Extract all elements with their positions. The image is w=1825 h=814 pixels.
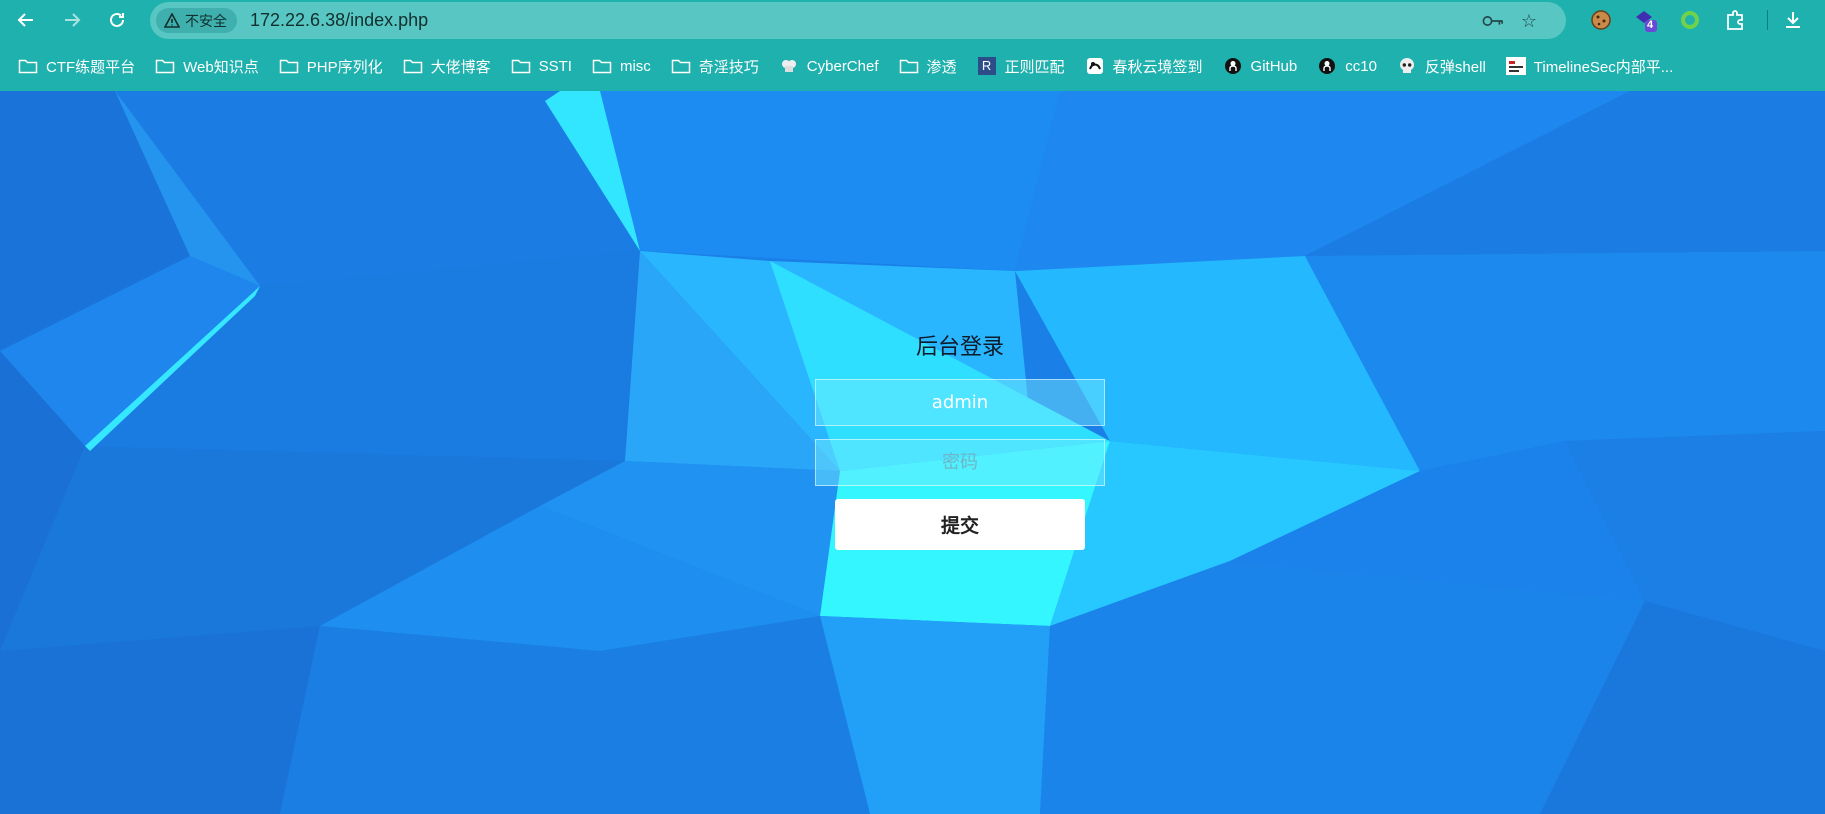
bookmark-label: 春秋云境签到 bbox=[1112, 58, 1203, 76]
bookmark-label: SSTI bbox=[538, 57, 572, 75]
bookmark-item[interactable]: 大佬博客 bbox=[401, 51, 501, 81]
toolbar-divider bbox=[1767, 10, 1768, 30]
bookmark-item[interactable]: CyberChef bbox=[777, 51, 889, 81]
browser-toolbar: 不安全 172.22.6.38/index.php ☆ 4 bbox=[0, 0, 1825, 41]
address-bar[interactable]: 不安全 172.22.6.38/index.php ☆ bbox=[150, 2, 1566, 39]
bookmark-item[interactable]: CTF练题平台 bbox=[16, 51, 145, 81]
extension-badge-count: 4 bbox=[1647, 19, 1654, 31]
bookmark-item[interactable]: SSTI bbox=[509, 51, 582, 81]
bookmark-label: 渗透 bbox=[926, 58, 957, 76]
bookmark-item[interactable]: cc10 bbox=[1315, 51, 1387, 81]
username-input[interactable] bbox=[815, 379, 1105, 426]
bookmark-label: CyberChef bbox=[806, 57, 879, 75]
cloud-icon bbox=[1085, 57, 1105, 75]
github-icon bbox=[1317, 57, 1337, 75]
bookmark-item[interactable]: 反弹shell bbox=[1395, 51, 1496, 81]
bookmark-item[interactable]: Web知识点 bbox=[153, 51, 269, 81]
bookmark-label: cc10 bbox=[1345, 57, 1377, 75]
folder-icon bbox=[155, 57, 175, 75]
bookmark-label: CTF练题平台 bbox=[46, 58, 136, 76]
bookmark-label: 正则匹配 bbox=[1004, 58, 1065, 76]
bookmark-list: CTF练题平台 Web知识点 PHP序列化 大佬博客 SSTI misc 奇淫技巧 Cyber… bbox=[16, 41, 1691, 91]
arrow-left-icon bbox=[17, 13, 33, 27]
bookmark-item[interactable]: 奇淫技巧 bbox=[669, 51, 769, 81]
login-page: 后台登录 提交 bbox=[0, 91, 1825, 814]
folder-icon bbox=[403, 57, 423, 75]
reload-icon bbox=[110, 12, 124, 27]
bookmark-label: GitHub bbox=[1250, 57, 1298, 75]
bookmark-item[interactable]: 春秋云境签到 bbox=[1083, 51, 1213, 81]
bookmark-item[interactable]: misc bbox=[590, 51, 661, 81]
forward-button[interactable] bbox=[58, 6, 86, 34]
bookmark-item[interactable]: TimelineSec内部平... bbox=[1504, 51, 1683, 81]
folder-icon bbox=[899, 57, 919, 75]
bookmark-item[interactable]: PHP序列化 bbox=[277, 51, 393, 81]
bookmark-item[interactable]: 渗透 bbox=[897, 51, 967, 81]
folder-icon bbox=[511, 57, 531, 75]
password-input[interactable] bbox=[815, 439, 1105, 486]
bookmarks-bar: CTF练题平台 Web知识点 PHP序列化 大佬博客 SSTI misc 奇淫技巧 Cyber… bbox=[0, 41, 1825, 91]
cookie-icon[interactable] bbox=[1588, 7, 1614, 33]
reload-button[interactable] bbox=[103, 6, 131, 34]
login-title: 后台登录 bbox=[915, 335, 1004, 360]
extension-badge-icon[interactable]: 4 bbox=[1633, 7, 1659, 33]
star-icon[interactable]: ☆ bbox=[1518, 11, 1540, 31]
login-form: 后台登录 提交 bbox=[815, 329, 1105, 550]
bookmark-label: 反弹shell bbox=[1424, 58, 1486, 76]
folder-icon bbox=[671, 57, 691, 75]
bookmark-label: 奇淫技巧 bbox=[698, 58, 759, 76]
security-indicator[interactable]: 不安全 bbox=[156, 8, 237, 33]
key-icon[interactable] bbox=[1482, 11, 1504, 31]
folder-icon bbox=[18, 57, 38, 75]
folder-icon bbox=[279, 57, 299, 75]
skull-icon bbox=[1397, 57, 1417, 75]
download-icon[interactable] bbox=[1780, 7, 1806, 33]
back-button[interactable] bbox=[12, 6, 40, 34]
extensions-puzzle-icon[interactable] bbox=[1722, 7, 1748, 33]
timeline-icon bbox=[1505, 57, 1526, 75]
folder-icon bbox=[592, 57, 612, 75]
bookmark-label: PHP序列化 bbox=[306, 58, 383, 76]
url-text[interactable]: 172.22.6.38/index.php bbox=[250, 2, 428, 39]
arrow-right-icon bbox=[65, 13, 81, 27]
chef-icon bbox=[779, 57, 799, 75]
bookmark-label: Web知识点 bbox=[183, 58, 259, 76]
github-icon bbox=[1223, 57, 1243, 75]
security-label: 不安全 bbox=[185, 12, 227, 29]
r-icon: R bbox=[977, 57, 997, 75]
bookmark-label: 大佬博客 bbox=[430, 58, 491, 76]
bookmark-item[interactable]: GitHub bbox=[1221, 51, 1308, 81]
ring-extension-icon[interactable] bbox=[1677, 7, 1703, 33]
submit-button[interactable]: 提交 bbox=[835, 499, 1085, 550]
warning-icon bbox=[164, 13, 180, 28]
bookmark-item[interactable]: R 正则匹配 bbox=[975, 51, 1075, 81]
bookmark-label: TimelineSec内部平... bbox=[1533, 58, 1674, 76]
bookmark-label: misc bbox=[619, 57, 651, 75]
